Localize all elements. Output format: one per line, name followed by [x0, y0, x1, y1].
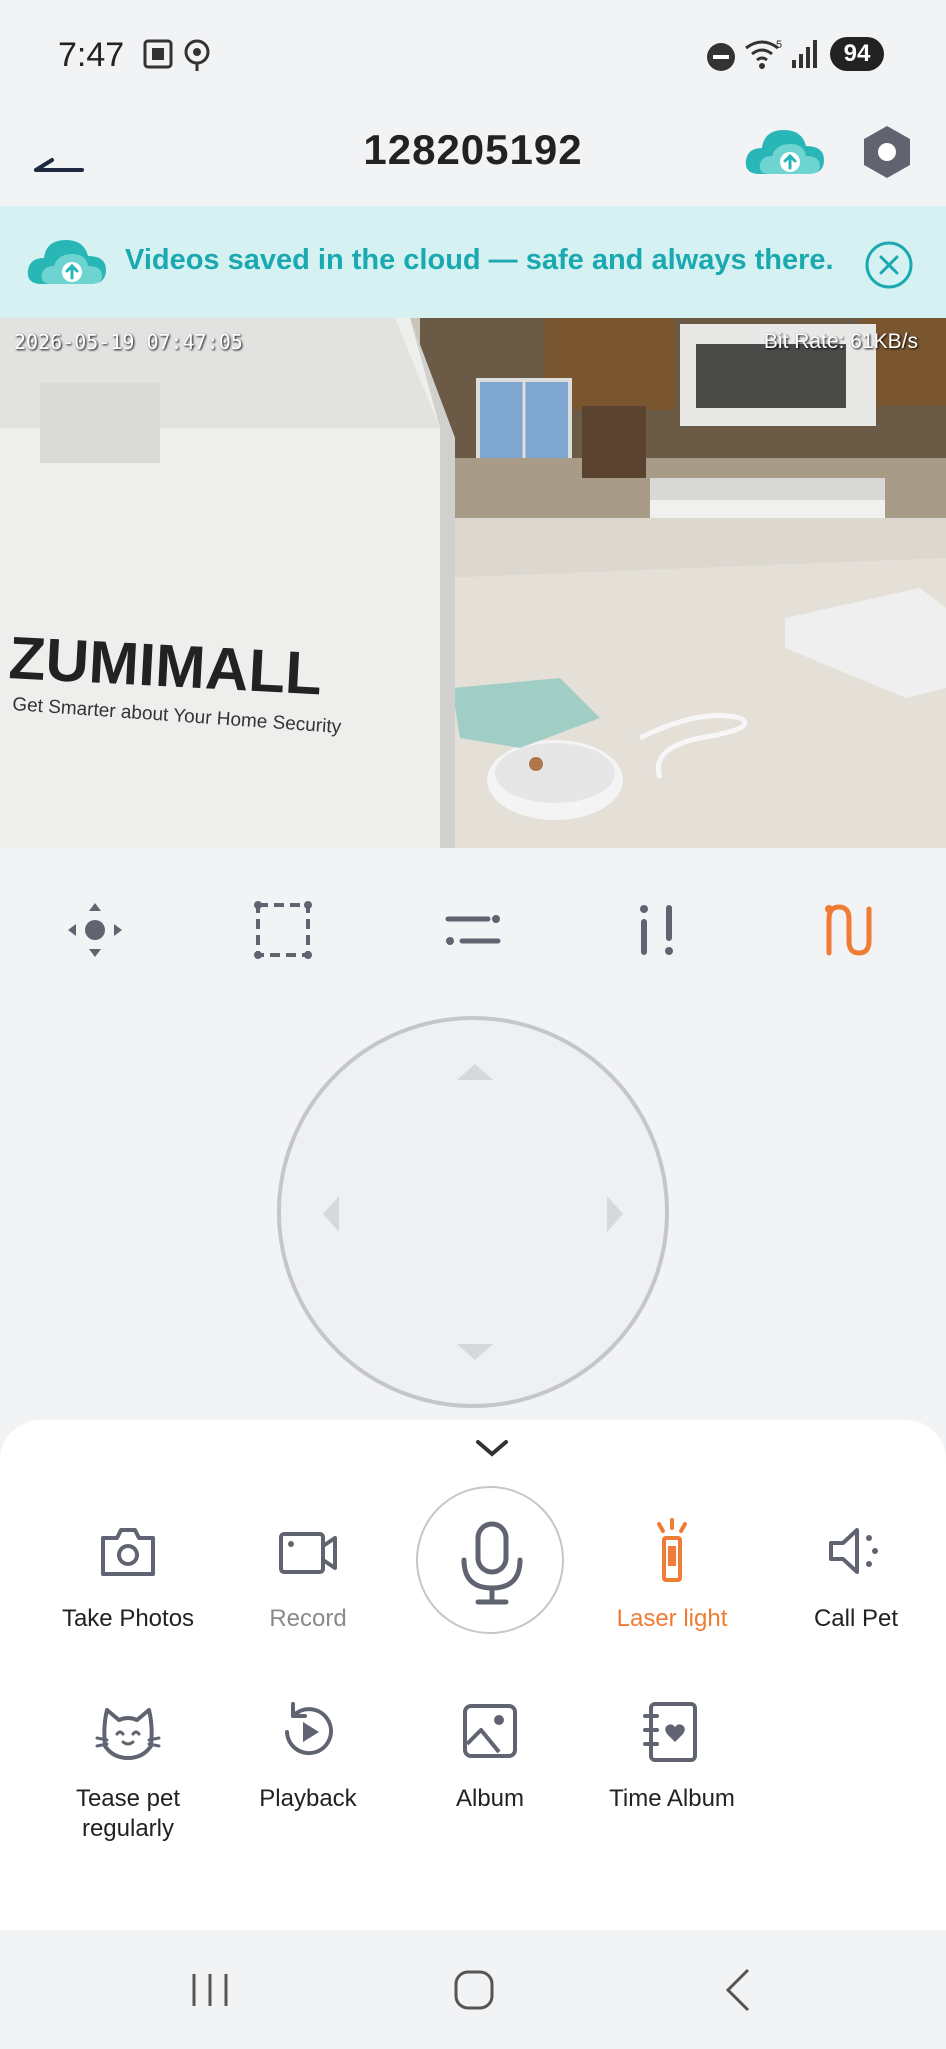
dnd-icon	[706, 42, 736, 77]
path-icon	[825, 904, 872, 956]
collapse-panel-button[interactable]	[472, 1432, 512, 1462]
wifi-icon: 5	[744, 38, 784, 75]
album-button[interactable]: Album	[400, 1696, 580, 1814]
call-pet-label: Call Pet	[813, 1605, 899, 1632]
alert-icon	[640, 905, 673, 955]
location-icon	[182, 38, 212, 77]
ptz-joystick[interactable]	[277, 1016, 669, 1408]
cloud-promo-banner[interactable]: Videos saved in the cloud — safe and alw…	[0, 206, 946, 318]
playback-label: Playback	[259, 1785, 357, 1812]
album-label: Album	[455, 1785, 525, 1812]
system-nav-bar	[0, 1930, 946, 2049]
call-pet-button[interactable]: Call Pet	[766, 1516, 946, 1634]
alert-button[interactable]	[628, 895, 698, 965]
home-icon	[454, 1970, 494, 2010]
action-panel: Take Photos Record Laser light Call Pet …	[0, 1420, 946, 1930]
tease-pet-label: Tease pet regularly	[75, 1785, 181, 1842]
speaker-icon	[829, 1528, 878, 1574]
battery-indicator: 94	[830, 37, 884, 71]
heart-book-icon	[643, 1702, 697, 1762]
laser-icon	[657, 1518, 687, 1582]
screenshot-icon	[142, 38, 174, 75]
home-button[interactable]	[444, 1962, 504, 2018]
laser-light-button[interactable]: Laser light	[582, 1516, 762, 1634]
joystick-left-icon[interactable]	[323, 1196, 339, 1232]
banner-close-button[interactable]	[864, 240, 914, 290]
cloud-upload-icon	[745, 130, 824, 174]
microphone-icon	[461, 1521, 523, 1605]
talk-microphone-button[interactable]	[416, 1486, 564, 1634]
chevron-left-icon	[725, 1968, 750, 2012]
system-back-button[interactable]	[710, 1962, 770, 2018]
app-header: 128205192	[0, 110, 946, 206]
pan-tilt-button[interactable]	[60, 895, 130, 965]
time-album-button[interactable]: Time Album	[582, 1696, 762, 1814]
video-record-icon	[279, 1532, 337, 1574]
status-bar: 7:47 5 94	[0, 0, 946, 110]
bitrate-readout: Bit Rate: 61KB/s	[763, 330, 918, 353]
crop-frame-icon	[254, 901, 312, 959]
status-time: 7:47	[58, 36, 125, 74]
time-album-label: Time Album	[609, 1785, 735, 1812]
banner-message: Videos saved in the cloud — safe and alw…	[125, 244, 834, 276]
video-tool-row	[0, 895, 946, 975]
tease-pet-button[interactable]: Tease pet regularly	[38, 1696, 218, 1844]
playback-button[interactable]: Playback	[218, 1696, 398, 1814]
path-button[interactable]	[815, 895, 885, 965]
signal-icon	[790, 38, 820, 75]
recent-apps-icon	[192, 1974, 228, 2006]
svg-text:5: 5	[776, 39, 782, 51]
pan-tilt-icon	[68, 903, 122, 957]
joystick-down-icon[interactable]	[457, 1344, 493, 1360]
take-photos-button[interactable]: Take Photos	[38, 1516, 218, 1634]
record-label: Record	[269, 1605, 347, 1632]
cloud-storage-button[interactable]	[742, 122, 828, 182]
live-video-feed[interactable]: ZUMIMALL Get Smarter about Your Home Sec…	[0, 318, 946, 848]
cat-icon	[95, 1708, 161, 1760]
sliders-icon	[445, 915, 501, 945]
video-timestamp: 2026-05-19 07:47:05	[14, 330, 243, 354]
image-album-icon	[463, 1704, 517, 1758]
camera-scene: ZUMIMALL Get Smarter about Your Home Sec…	[0, 318, 946, 848]
crop-frame-button[interactable]	[248, 895, 318, 965]
hexagon-settings-icon	[864, 126, 910, 178]
joystick-right-icon[interactable]	[607, 1196, 623, 1232]
settings-button[interactable]	[858, 120, 916, 184]
recent-apps-button[interactable]	[180, 1962, 240, 2018]
image-settings-button[interactable]	[438, 895, 508, 965]
record-button[interactable]: Record	[218, 1516, 398, 1634]
close-circle-icon	[865, 241, 913, 289]
cloud-upload-icon	[27, 240, 106, 284]
chevron-down-icon	[476, 1440, 508, 1457]
playback-icon	[285, 1702, 333, 1756]
laser-light-label: Laser light	[616, 1605, 728, 1632]
camera-icon	[101, 1528, 155, 1576]
take-photos-label: Take Photos	[61, 1605, 195, 1632]
joystick-up-icon[interactable]	[457, 1064, 493, 1080]
